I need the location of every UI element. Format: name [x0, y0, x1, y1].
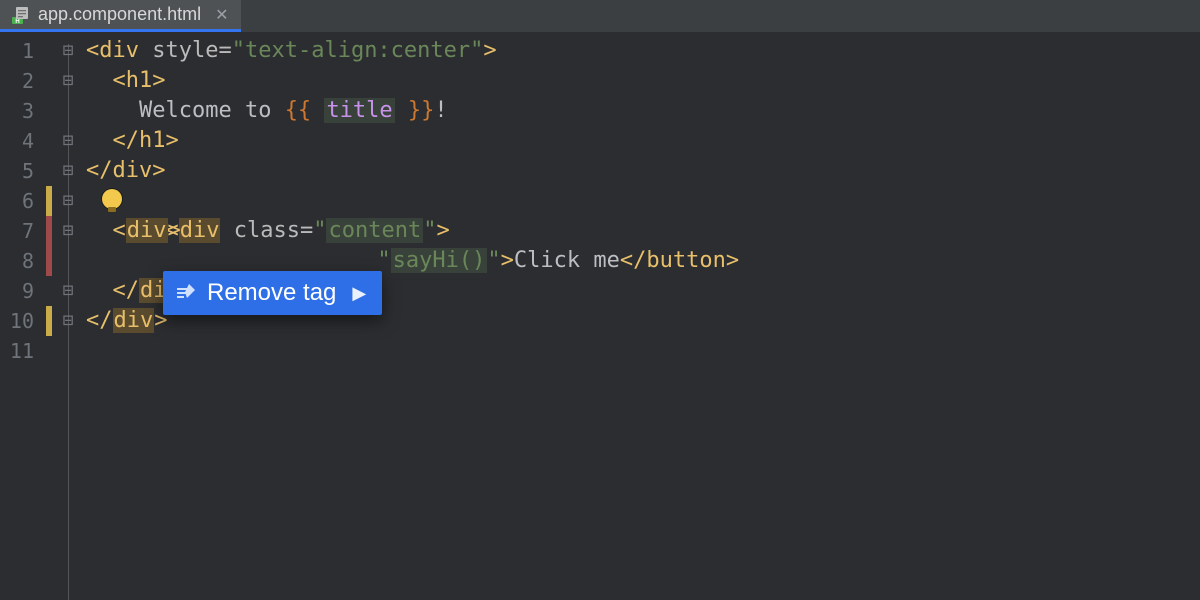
intention-menu-item[interactable]: Remove tag ▶ — [163, 271, 382, 315]
change-marker-deleted[interactable] — [46, 216, 52, 246]
line-number: 2 — [0, 66, 44, 96]
line-number: 10 — [0, 306, 44, 336]
editor-content[interactable]: <div style="text-align:center"> <h1> Wel… — [82, 32, 1200, 600]
line-number: 6 — [0, 186, 44, 216]
svg-text:H: H — [15, 19, 19, 24]
code-line[interactable] — [82, 336, 1200, 366]
fold-handle-icon[interactable]: ⊟ — [54, 126, 82, 156]
line-number: 7 — [0, 216, 44, 246]
editor-tab-active[interactable]: H app.component.html ✕ — [0, 0, 241, 32]
fold-handle-icon[interactable]: ⊟ — [54, 216, 82, 246]
change-marker-deleted[interactable] — [46, 246, 52, 276]
code-line[interactable]: </div> — [82, 156, 1200, 186]
submenu-arrow-icon: ▶ — [352, 283, 366, 304]
close-tab-icon[interactable]: ✕ — [209, 5, 228, 25]
code-line[interactable]: <div class="content"> — [82, 186, 1200, 216]
line-number: 11 — [0, 336, 44, 366]
fold-handle-icon[interactable]: ⊟ — [54, 156, 82, 186]
gutter-line-numbers: 1 2 3 4 5 6 7 8 9 10 11 — [0, 32, 44, 600]
fold-handle-icon[interactable]: ⊟ — [54, 186, 82, 216]
edit-icon — [175, 282, 197, 304]
tab-filename: app.component.html — [38, 4, 201, 25]
line-number: 8 — [0, 246, 44, 276]
fold-handle-icon[interactable]: ⊟ — [54, 276, 82, 306]
fold-handle-icon[interactable]: ⊟ — [54, 66, 82, 96]
line-number: 1 — [0, 36, 44, 66]
code-line[interactable]: Welcome to {{ title }}! — [82, 96, 1200, 126]
intention-bulb-icon[interactable] — [102, 189, 122, 209]
html-file-icon: H — [12, 6, 30, 24]
line-number: 4 — [0, 126, 44, 156]
change-marker-modified[interactable] — [46, 306, 52, 336]
line-number: 9 — [0, 276, 44, 306]
gutter-fold-column: ⊟ ⊟ ⊟ ⊟ ⊟ ⊟ ⊟ ⊟ — [54, 32, 82, 600]
intention-menu-label: Remove tag — [207, 279, 336, 307]
line-number: 5 — [0, 156, 44, 186]
code-line[interactable]: <h1> — [82, 66, 1200, 96]
fold-handle-icon[interactable]: ⊟ — [54, 306, 82, 336]
code-line[interactable]: </h1> — [82, 126, 1200, 156]
gutter-change-markers — [44, 32, 54, 600]
editor-tabbar: H app.component.html ✕ — [0, 0, 1200, 32]
code-line-current[interactable]: <div> — [82, 216, 1200, 246]
change-marker-modified[interactable] — [46, 186, 52, 216]
code-line[interactable]: <div style="text-align:center"> — [82, 36, 1200, 66]
line-number: 3 — [0, 96, 44, 126]
fold-handle-icon[interactable]: ⊟ — [54, 36, 82, 66]
code-editor[interactable]: 1 2 3 4 5 6 7 8 9 10 11 ⊟ ⊟ ⊟ ⊟ ⊟ ⊟ ⊟ ⊟ — [0, 32, 1200, 600]
